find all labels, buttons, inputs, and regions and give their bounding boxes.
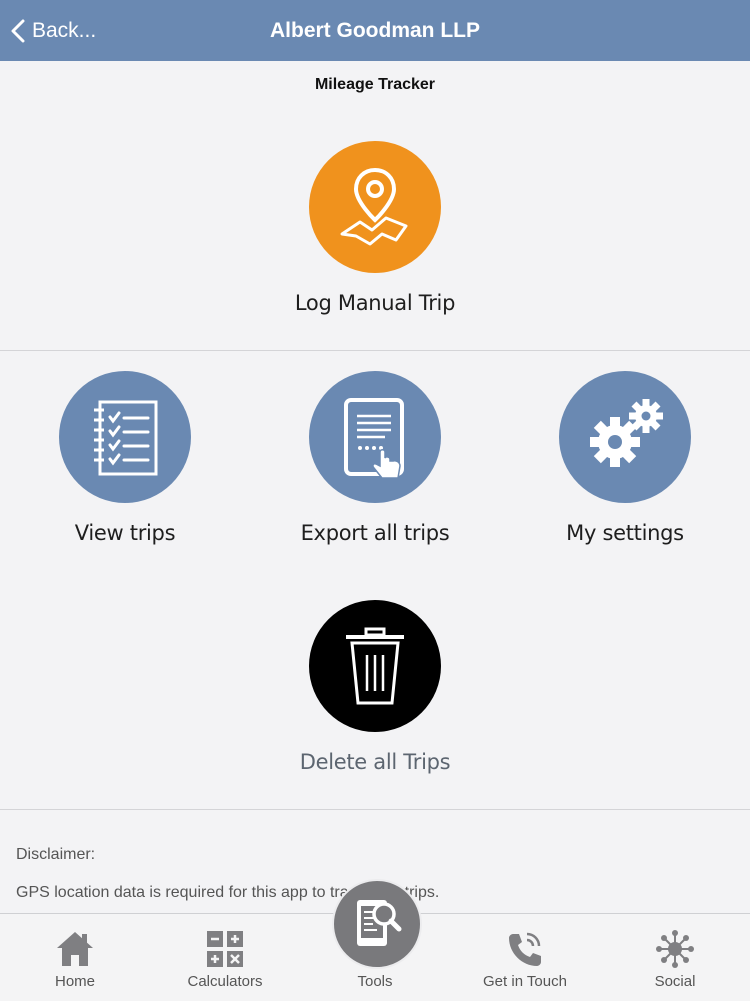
phone-icon (509, 932, 541, 966)
tab-calculators-label: Calculators (187, 973, 263, 990)
divider (0, 809, 750, 810)
tab-home[interactable]: Home (0, 914, 150, 1001)
back-button[interactable]: Back... (10, 0, 96, 61)
my-settings-button[interactable]: My settings (525, 371, 725, 545)
checklist-icon (59, 371, 191, 503)
home-icon (57, 932, 93, 966)
view-trips-label: View trips (74, 521, 176, 545)
divider (0, 350, 750, 351)
tab-tools-label: Tools (357, 973, 393, 990)
tab-calculators[interactable]: Calculators (150, 914, 300, 1001)
page-title: Mileage Tracker (314, 76, 436, 93)
map-pin-icon (309, 141, 441, 273)
social-network-icon (656, 930, 694, 968)
tools-icon (357, 900, 402, 946)
gears-icon (559, 371, 691, 503)
tab-get-in-touch[interactable]: Get in Touch (450, 914, 600, 1001)
app-title: Albert Goodman LLP (270, 19, 480, 42)
tools-button[interactable] (332, 879, 422, 969)
chevron-left-icon (11, 19, 25, 42)
disclaimer-title: Disclaimer: (16, 846, 96, 863)
export-all-trips-button[interactable]: Export all trips (275, 371, 475, 545)
export-all-trips-label: Export all trips (300, 521, 450, 545)
tab-home-label: Home (54, 973, 95, 990)
top-bar: Back... Albert Goodman LLP (0, 0, 750, 61)
delete-all-trips-button[interactable]: Delete all Trips (275, 600, 475, 774)
tab-social[interactable]: Social (600, 914, 750, 1001)
delete-all-trips-label: Delete all Trips (299, 750, 451, 774)
log-manual-trip-button[interactable]: Log Manual Trip (275, 141, 475, 315)
calculator-icon (207, 931, 243, 967)
log-manual-trip-label: Log Manual Trip (294, 291, 456, 315)
tablet-touch-icon (309, 371, 441, 503)
trash-icon (309, 600, 441, 732)
tab-get-in-touch-label: Get in Touch (483, 973, 567, 990)
tab-social-label: Social (654, 973, 696, 990)
back-label: Back... (32, 18, 97, 42)
my-settings-label: My settings (566, 521, 684, 545)
view-trips-button[interactable]: View trips (25, 371, 225, 545)
